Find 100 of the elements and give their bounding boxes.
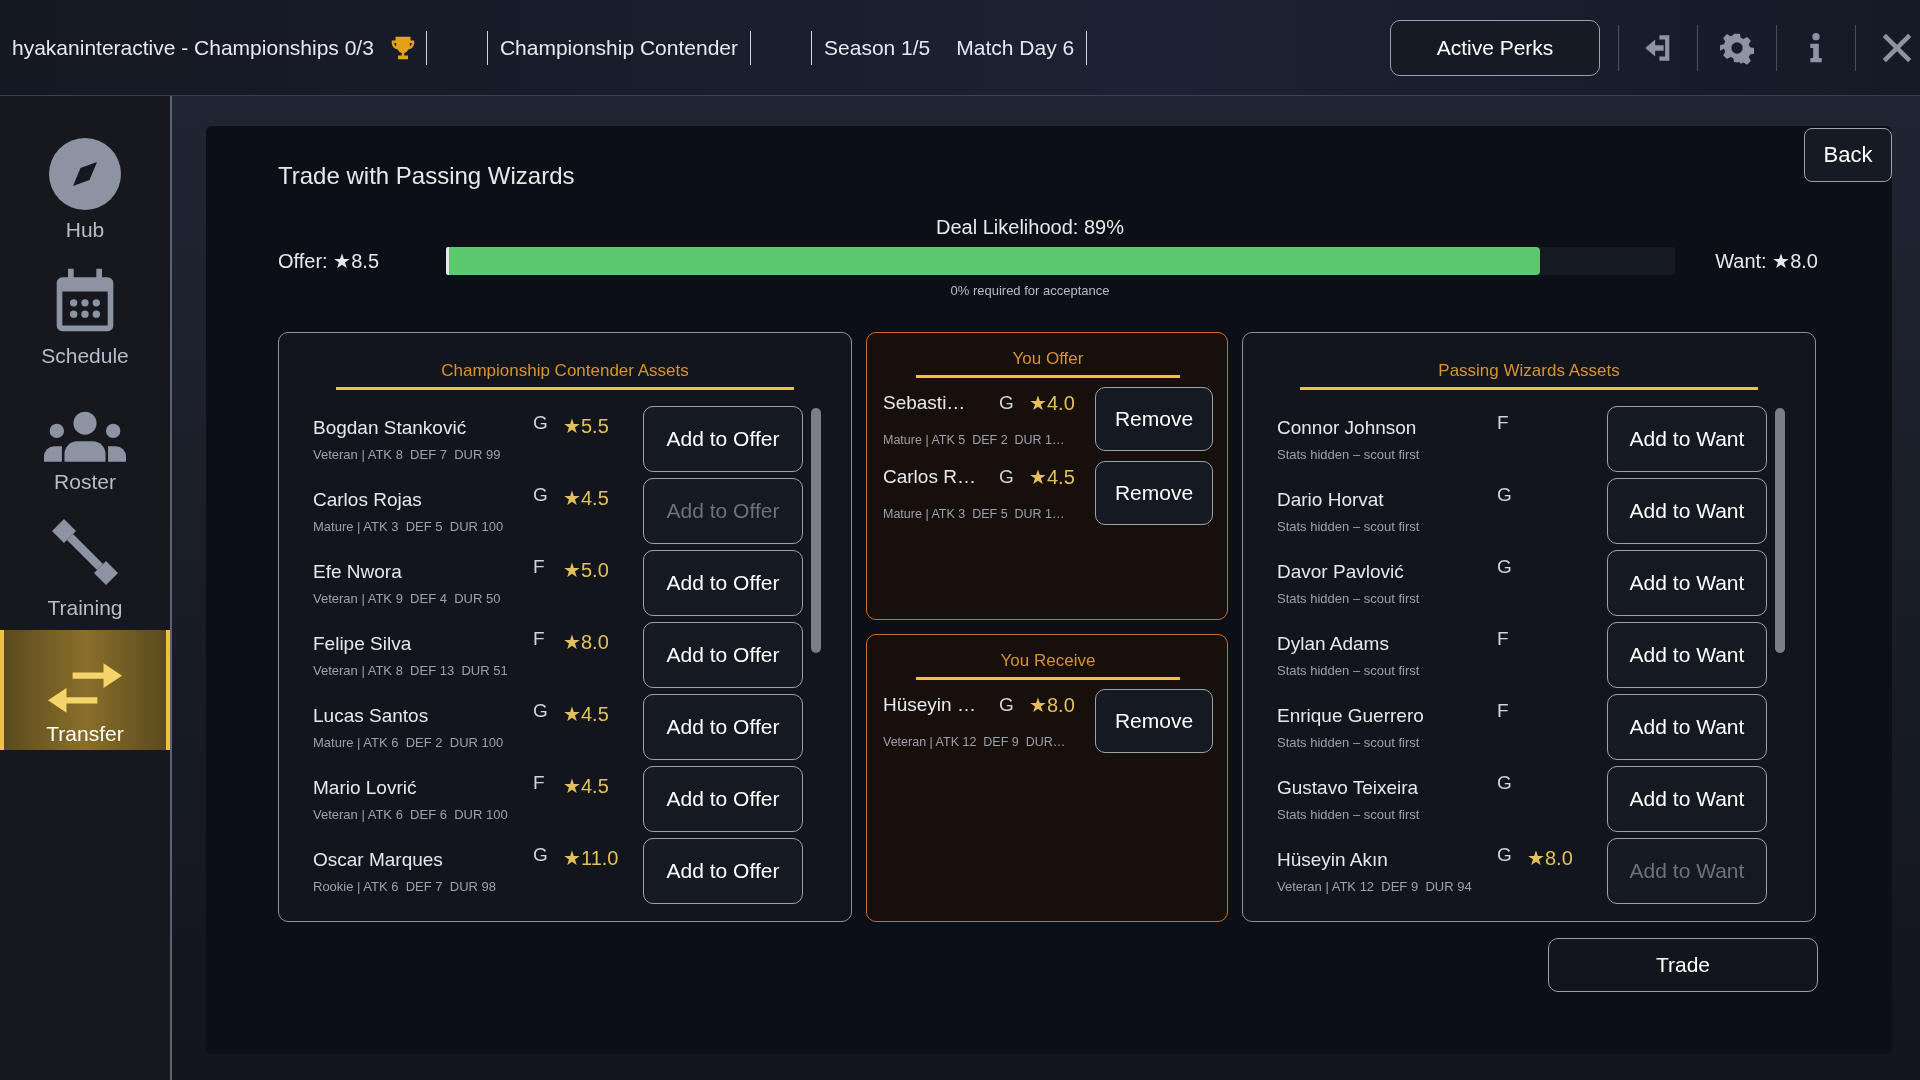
player-stats: Stats hidden – scout first	[1277, 446, 1421, 462]
player-stats: Stats hidden – scout first	[1277, 590, 1421, 606]
player-rating: ★4.0	[1029, 392, 1075, 414]
add-to-offer-button[interactable]: Add to Offer	[643, 406, 803, 472]
sidebar-item[interactable]: Hub	[0, 126, 170, 246]
player-stats: Mature | ATK 6 DEF 2 DUR 100	[313, 734, 505, 750]
player-rating: ★4.5	[1029, 466, 1075, 488]
player-name: Hüseyin Akın	[1277, 848, 1389, 871]
player-position: F	[1497, 700, 1510, 722]
player-stats: Veteran | ATK 8 DEF 7 DUR 99	[313, 446, 502, 462]
dialog-title: Trade with Passing Wizards	[278, 162, 575, 190]
player-rating: ★11.0	[563, 847, 619, 869]
player-name: Davor Pavlović	[1277, 560, 1405, 583]
sidebar-item[interactable]: Schedule	[0, 252, 170, 372]
active-perks-button[interactable]: Active Perks	[1390, 19, 1600, 76]
add-to-offer-button[interactable]: Add to Offer	[643, 766, 803, 832]
player-rating: ★4.5	[563, 487, 609, 509]
acceptance-note: 0% required for acceptance	[950, 283, 1110, 298]
player-stats: Veteran | ATK 12 DEF 9 DUR…	[883, 735, 1067, 749]
player-name: Hüseyin …	[883, 694, 977, 716]
player-rating: ★5.0	[563, 559, 609, 581]
panel-heading: You Offer	[916, 333, 1180, 378]
team-name: Championship Contender	[498, 35, 740, 60]
panel-heading: You Receive	[916, 635, 1180, 680]
player-name: Dario Horvat	[1277, 488, 1385, 511]
deal-likelihood-label: Deal Likelihood: 89%	[936, 216, 1124, 239]
sidebar-item[interactable]: Roster	[0, 378, 170, 498]
swap-arrows-icon	[48, 662, 122, 714]
trade-button[interactable]: Trade	[1548, 938, 1818, 992]
player-position: G	[533, 484, 549, 506]
player-rating: ★8.0	[563, 631, 609, 653]
player-name: Dylan Adams	[1277, 632, 1390, 655]
player-position: G	[533, 412, 549, 434]
add-to-want-button[interactable]: Add to Want	[1607, 766, 1767, 832]
add-to-want-button[interactable]: Add to Want	[1607, 478, 1767, 544]
add-to-offer-button[interactable]: Add to Offer	[643, 622, 803, 688]
player-position: G	[533, 844, 549, 866]
add-to-want-button[interactable]: Add to Want	[1607, 406, 1767, 472]
player-position: G	[1497, 772, 1513, 794]
player-position: G	[1497, 556, 1513, 578]
remove-button[interactable]: Remove	[1095, 689, 1213, 753]
people-icon	[44, 410, 126, 462]
player-stats: Stats hidden – scout first	[1277, 734, 1421, 750]
player-position: G	[1497, 484, 1513, 506]
player-rating: ★4.5	[563, 775, 609, 797]
game-title: hyakaninteractive - Championships 0/3	[11, 35, 375, 60]
player-stats: Stats hidden – scout first	[1277, 806, 1421, 822]
player-stats: Veteran | ATK 8 DEF 13 DUR 51	[313, 662, 509, 678]
player-rating: ★8.0	[1029, 694, 1075, 716]
add-to-want-button[interactable]: Add to Want	[1607, 550, 1767, 616]
player-name: Connor Johnson	[1277, 416, 1418, 439]
want-total: Want: ★8.0	[1715, 249, 1818, 273]
player-position: G	[533, 700, 549, 722]
player-name: Mario Lovrić	[313, 776, 418, 799]
add-to-offer-button[interactable]: Add to Offer	[643, 838, 803, 904]
player-name: Efe Nwora	[313, 560, 403, 583]
sidebar-item[interactable]: Transfer	[0, 630, 170, 750]
player-name: Bogdan Stanković	[313, 416, 468, 439]
player-rating: ★8.0	[1527, 847, 1573, 869]
player-position: F	[533, 556, 546, 578]
player-position: G	[999, 466, 1015, 488]
player-rating: ★4.5	[563, 703, 609, 725]
player-rating: ★5.5	[563, 415, 609, 437]
back-button[interactable]: Back	[1804, 128, 1892, 182]
player-position: F	[533, 772, 546, 794]
player-position: G	[999, 392, 1015, 414]
remove-button[interactable]: Remove	[1095, 387, 1213, 451]
player-name: Oscar Marques	[313, 848, 444, 871]
player-name: Carlos R…	[883, 466, 977, 488]
player-stats: Veteran | ATK 9 DEF 4 DUR 50	[313, 590, 502, 606]
player-position: F	[533, 628, 546, 650]
player-stats: Veteran | ATK 12 DEF 9 DUR 94	[1277, 878, 1473, 894]
add-to-offer-button[interactable]: Add to Offer	[643, 694, 803, 760]
player-name: Sebasti…	[883, 392, 967, 414]
player-stats: Stats hidden – scout first	[1277, 518, 1421, 534]
panel-heading: Championship Contender Assets	[336, 333, 794, 390]
player-position: F	[1497, 412, 1510, 434]
player-stats: Stats hidden – scout first	[1277, 662, 1421, 678]
add-to-offer-button[interactable]: Add to Offer	[643, 550, 803, 616]
player-name: Enrique Guerrero	[1277, 704, 1425, 727]
player-stats: Mature | ATK 3 DEF 5 DUR 100	[313, 518, 505, 534]
player-name: Carlos Rojas	[313, 488, 423, 511]
add-to-want-button[interactable]: Add to Want	[1607, 694, 1767, 760]
season-label: Season 1/5	[823, 35, 932, 60]
remove-button[interactable]: Remove	[1095, 461, 1213, 525]
player-name: Felipe Silva	[313, 632, 413, 655]
add-to-want-button[interactable]: Add to Want	[1607, 622, 1767, 688]
sidebar-item[interactable]: Training	[0, 504, 170, 624]
compass-icon	[49, 138, 121, 210]
player-stats: Mature | ATK 5 DEF 2 DUR 1…	[883, 433, 1066, 447]
player-position: F	[1497, 628, 1510, 650]
player-name: Gustavo Teixeira	[1277, 776, 1420, 799]
offer-total: Offer: ★8.5	[278, 249, 380, 273]
player-position: G	[999, 694, 1015, 716]
player-stats: Mature | ATK 3 DEF 5 DUR 1…	[883, 507, 1066, 521]
player-stats: Rookie | ATK 6 DEF 7 DUR 98	[313, 878, 498, 894]
player-position: G	[1497, 844, 1513, 866]
player-name: Lucas Santos	[313, 704, 430, 727]
match-day-label: Match Day 6	[955, 35, 1076, 60]
player-stats: Veteran | ATK 6 DEF 6 DUR 100	[313, 806, 509, 822]
